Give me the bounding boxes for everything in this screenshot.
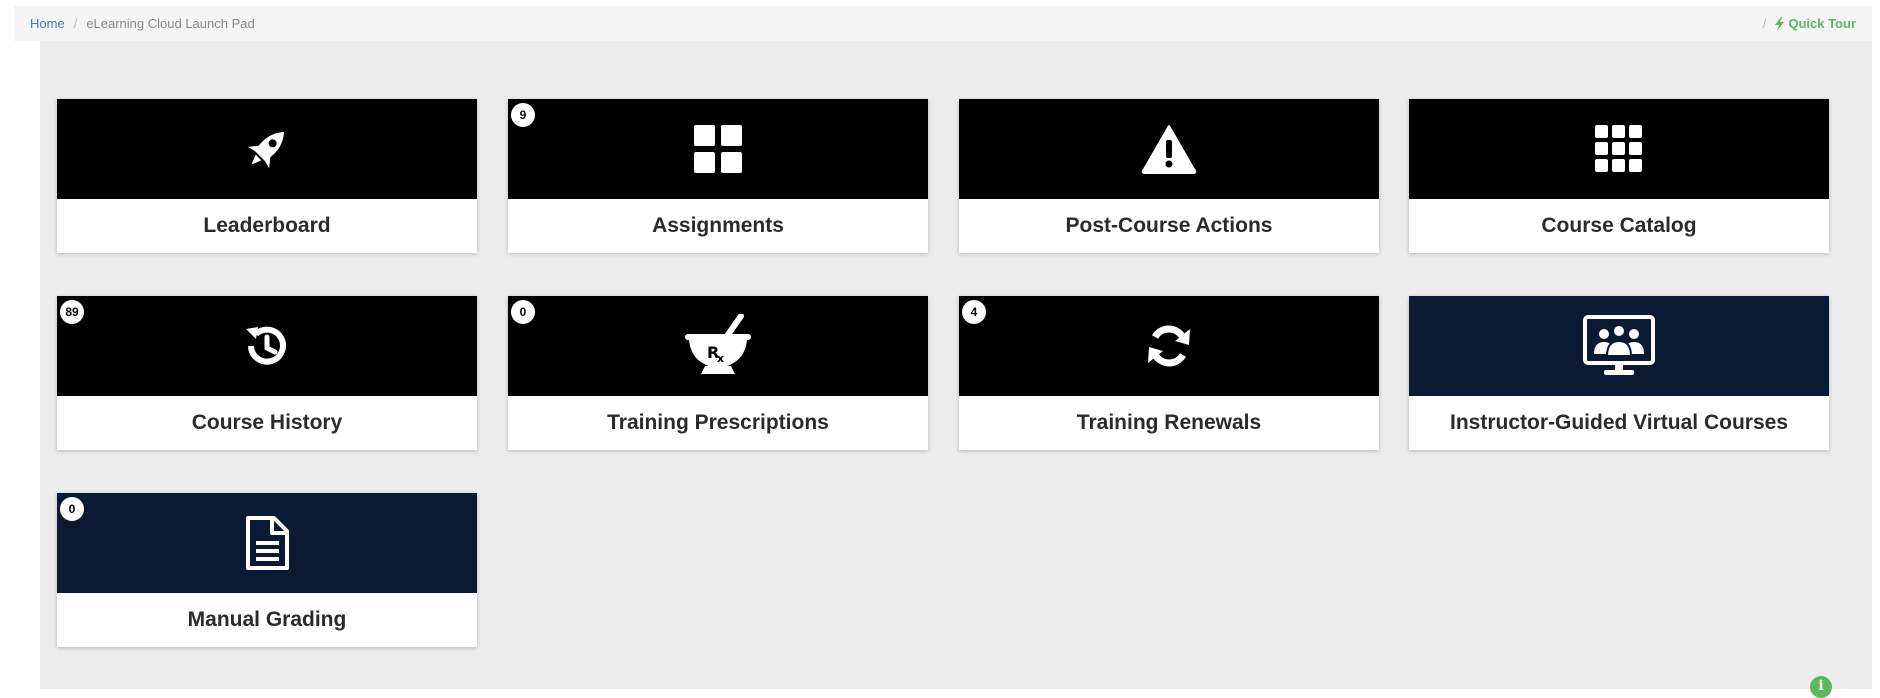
history-icon bbox=[246, 326, 286, 365]
bolt-icon bbox=[1775, 16, 1785, 31]
tile-icon-area bbox=[1409, 296, 1829, 396]
tile-label: Training Prescriptions bbox=[607, 411, 829, 434]
virtual-class-icon bbox=[1583, 315, 1655, 375]
tile-course-catalog[interactable]: Course Catalog bbox=[1409, 99, 1829, 253]
tile-label: Manual Grading bbox=[187, 608, 347, 631]
rocket-icon bbox=[247, 132, 284, 169]
tile-icon-area: 89 bbox=[57, 296, 477, 396]
launch-pad-panel: Leaderboard 9 Assignments Post-Course Ac… bbox=[40, 41, 1872, 689]
tile-icon-area bbox=[57, 99, 477, 199]
count-badge: 9 bbox=[511, 103, 535, 127]
tile-label: Instructor-Guided Virtual Courses bbox=[1450, 411, 1788, 434]
quick-tour-label: Quick Tour bbox=[1788, 16, 1856, 31]
tile-post-course-actions[interactable]: Post-Course Actions bbox=[959, 99, 1379, 253]
tile-course-history[interactable]: 89 Course History bbox=[57, 296, 477, 450]
mortar-pestle-rx-icon: R x bbox=[685, 314, 751, 374]
count-badge: 4 bbox=[962, 300, 986, 324]
svg-text:x: x bbox=[717, 352, 724, 365]
tile-icon-area: 0 bbox=[57, 493, 477, 593]
tile-icon-area bbox=[1409, 99, 1829, 199]
tile-manual-grading[interactable]: 0 Manual Grading bbox=[57, 493, 477, 647]
quick-tour-separator: / bbox=[1762, 16, 1767, 31]
tile-icon-area bbox=[959, 99, 1379, 199]
quick-tour-button[interactable]: / Quick Tour bbox=[1763, 16, 1856, 31]
grid-icon bbox=[1595, 125, 1642, 172]
breadcrumb-separator: / bbox=[73, 16, 78, 31]
tile-label: Post-Course Actions bbox=[1065, 214, 1273, 237]
count-badge: 0 bbox=[511, 300, 535, 324]
breadcrumb-current: eLearning Cloud Launch Pad bbox=[86, 16, 255, 31]
th-large-icon bbox=[694, 125, 742, 173]
tile-label: Course Catalog bbox=[1541, 214, 1697, 237]
breadcrumb-home-link[interactable]: Home bbox=[30, 16, 65, 31]
tile-instructor-guided-virtual-courses[interactable]: Instructor-Guided Virtual Courses bbox=[1409, 296, 1829, 450]
document-icon bbox=[246, 516, 289, 570]
breadcrumb: Home / eLearning Cloud Launch Pad / Quic… bbox=[14, 6, 1872, 41]
count-badge: 89 bbox=[60, 300, 84, 324]
warning-icon bbox=[1141, 125, 1197, 174]
tile-leaderboard[interactable]: Leaderboard bbox=[57, 99, 477, 253]
refresh-icon bbox=[1148, 325, 1190, 367]
tile-label: Training Renewals bbox=[1076, 411, 1262, 434]
tile-training-prescriptions[interactable]: 0 R x Training Prescriptions bbox=[508, 296, 928, 450]
tile-label: Assignments bbox=[652, 214, 784, 237]
tile-icon-area: 9 bbox=[508, 99, 928, 199]
tile-icon-area: 4 bbox=[959, 296, 1379, 396]
count-badge: 0 bbox=[60, 497, 84, 521]
tile-training-renewals[interactable]: 4 Training Renewals bbox=[959, 296, 1379, 450]
tile-label: Course History bbox=[191, 411, 343, 434]
tile-icon-area: 0 R x bbox=[508, 296, 928, 396]
info-icon[interactable]: i bbox=[1810, 676, 1832, 698]
tile-label: Leaderboard bbox=[203, 214, 331, 237]
tile-assignments[interactable]: 9 Assignments bbox=[508, 99, 928, 253]
